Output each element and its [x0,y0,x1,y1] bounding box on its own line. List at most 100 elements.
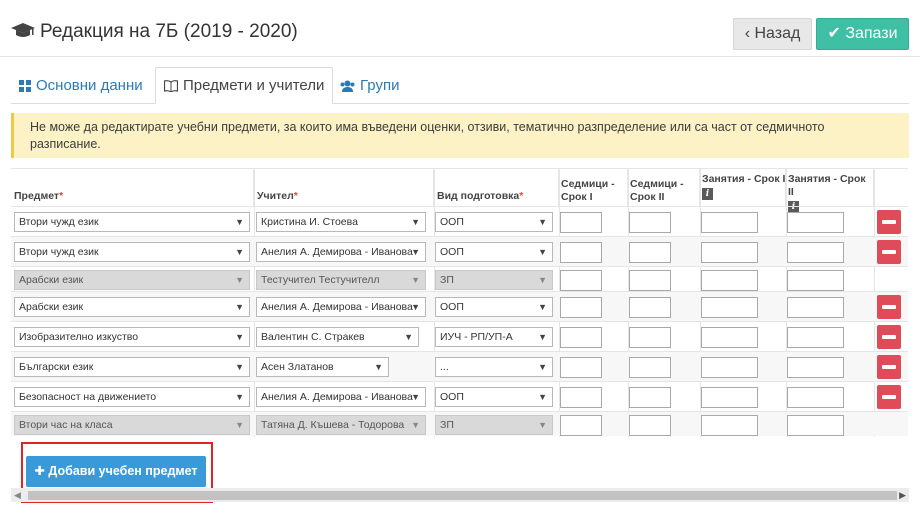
classes-term1-input[interactable] [701,212,758,233]
header-prep-label: Вид подготовка [437,190,520,202]
teacher-select[interactable]: Кристина И. Стоева ▼ [256,212,426,232]
tab-basic-data[interactable]: Основни данни [11,68,151,104]
classes-term1-input[interactable] [701,415,758,436]
remove-row-button[interactable] [877,385,901,409]
teacher-select[interactable]: Анелия А. Демирова - Иванова ▼ [256,387,426,407]
weeks-term1-input[interactable] [560,270,602,291]
classes-term1-input[interactable] [701,270,758,291]
classes-term1-input[interactable] [701,327,758,348]
classes-term2-input[interactable] [787,415,844,436]
subject-select[interactable]: Български език ▼ [14,357,250,377]
caret-down-icon: ▼ [411,420,420,430]
remove-row-button[interactable] [877,295,901,319]
weeks-term1-input[interactable] [560,242,602,263]
weeks-term2-input[interactable] [629,297,671,318]
subject-select-value: Арабски език [19,301,84,313]
prep-select[interactable]: ООП ▼ [435,242,553,262]
subject-select[interactable]: Безопасност на движението ▼ [14,387,250,407]
caret-down-icon: ▼ [411,247,420,257]
weeks-term2-input[interactable] [629,357,671,378]
weeks-term1-input[interactable] [560,212,602,233]
classes-term2-input[interactable] [787,242,844,263]
classes-term1-input[interactable] [701,357,758,378]
teacher-select[interactable]: Асен Златанов ▼ [256,357,389,377]
header-teacher-label: Учител [257,190,294,202]
caret-down-icon: ▼ [235,275,244,285]
weeks-term1-input[interactable] [560,357,602,378]
weeks-term2-input[interactable] [629,212,671,233]
prep-select: ЗП ▼ [435,415,553,435]
classes-term1-input[interactable] [701,242,758,263]
save-button[interactable]: ✔ Запази [816,18,909,50]
remove-row-button[interactable] [877,325,901,349]
classes-term2-input[interactable] [787,212,844,233]
page-header: Редакция на 7Б (2019 - 2020) ‹ Назад ✔ З… [0,0,920,57]
classes-term2-input[interactable] [787,297,844,318]
prep-select[interactable]: ООП ▼ [435,297,553,317]
users-icon [340,80,355,92]
weeks-term2-input[interactable] [629,270,671,291]
scrollbar-thumb[interactable] [28,491,897,500]
classes-term1-input[interactable] [701,297,758,318]
weeks-term2-input[interactable] [629,387,671,408]
subject-select[interactable]: Арабски език ▼ [14,297,250,317]
teacher-select[interactable]: Анелия А. Демирова - Иванова ▼ [256,297,426,317]
table-row: Български език ▼ Асен Златанов ▼... ▼ [11,351,908,381]
caret-down-icon: ▼ [235,302,244,312]
required-mark: * [59,190,64,202]
weeks-term1-input[interactable] [560,297,602,318]
add-subject-button[interactable]: ✚ Добави учебен предмет [26,456,206,487]
info-icon[interactable]: i [702,188,713,200]
prep-select[interactable]: ООП ▼ [435,212,553,232]
header-subject: Предмет* [11,169,254,206]
subject-select-value: Втори чужд език [19,216,99,228]
prep-select-value: ЗП [440,274,454,286]
table-row: Изобразително изкуство ▼ Валентин С. Страк… [11,321,908,351]
prep-select[interactable]: ... ▼ [435,357,553,377]
subject-select-value: Изобразително изкуство [19,331,139,343]
remove-row-button[interactable] [877,355,901,379]
tab-subjects-teachers[interactable]: Предмети и учители [155,67,334,104]
prep-select-value: ООП [440,246,464,258]
horizontal-scrollbar[interactable]: ◀ ▶ [11,488,909,502]
weeks-term2-input[interactable] [629,327,671,348]
teacher-select: Тестучител Тестучителл ▼ [256,270,426,290]
classes-term2-input[interactable] [787,357,844,378]
back-button[interactable]: ‹ Назад [733,18,812,50]
subject-select[interactable]: Втори чужд език ▼ [14,212,250,232]
subject-select-value: Български език [19,361,94,373]
teacher-select-value: Анелия А. Демирова - Иванова [261,246,413,258]
classes-term2-input[interactable] [787,387,844,408]
weeks-term1-input[interactable] [560,415,602,436]
weeks-term1-input[interactable] [560,327,602,348]
classes-term1-input[interactable] [701,387,758,408]
classes-term2-input[interactable] [787,327,844,348]
subject-select[interactable]: Изобразително изкуство ▼ [14,327,250,347]
book-open-icon [163,80,179,93]
alert-line-1: Не може да редактирате учебни предмети, … [30,120,825,134]
teacher-select[interactable]: Анелия А. Демирова - Иванова ▼ [256,242,426,262]
weeks-term2-input[interactable] [629,415,671,436]
prep-select[interactable]: ООП ▼ [435,387,553,407]
plus-icon: ✚ [34,464,45,478]
scroll-right-icon[interactable]: ▶ [899,490,906,501]
prep-select: ЗП ▼ [435,270,553,290]
subject-select[interactable]: Втори чужд език ▼ [14,242,250,262]
header-weeks2-label: Седмици - Срок II [630,178,684,203]
caret-down-icon: ▼ [235,217,244,227]
prep-select-value: ИУЧ - РП/УП-А [440,331,513,343]
caret-down-icon: ▼ [538,302,547,312]
required-mark: * [293,190,298,202]
weeks-term1-input[interactable] [560,387,602,408]
table-row: Втори час на класа ▼ Татяна Д. Къшева - То… [11,411,908,436]
weeks-term2-input[interactable] [629,242,671,263]
prep-select[interactable]: ИУЧ - РП/УП-А ▼ [435,327,553,347]
header-prep: Вид подготовка* [434,169,559,206]
remove-row-button[interactable] [877,240,901,264]
teacher-select[interactable]: Валентин С. Стракев ▼ [256,327,419,347]
caret-down-icon: ▼ [538,362,547,372]
scroll-left-icon[interactable]: ◀ [14,490,21,501]
remove-row-button[interactable] [877,210,901,234]
classes-term2-input[interactable] [787,270,844,291]
tab-groups[interactable]: Групи [332,68,407,104]
